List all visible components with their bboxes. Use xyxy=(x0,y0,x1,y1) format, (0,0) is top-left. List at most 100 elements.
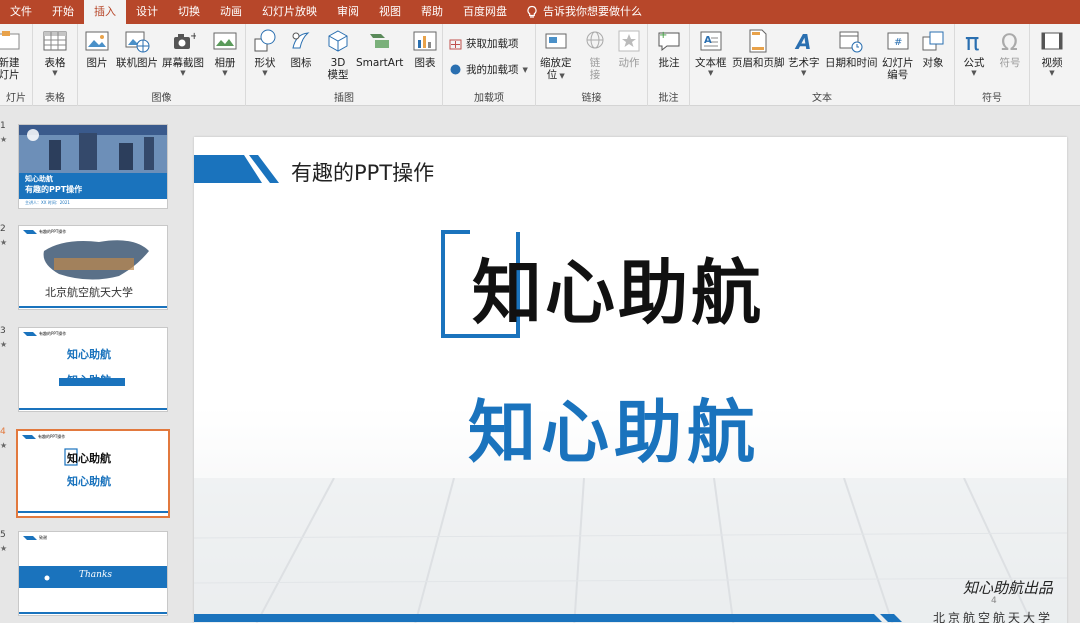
thumbnail-1-meta: 主讲人：XX 时间：2021 xyxy=(25,200,70,205)
textbox-caret-icon: ▼ xyxy=(708,69,714,77)
comment-button[interactable]: + 批注 xyxy=(656,28,682,69)
wordart-button[interactable]: A 艺术字 ▼ xyxy=(788,28,820,77)
group-addins: 获取加载项 我的加载项 ▼ 加载项 xyxy=(443,24,536,106)
shapes-caret-icon: ▼ xyxy=(262,69,268,77)
tab-insert[interactable]: 插入 xyxy=(84,0,126,24)
get-addins-button[interactable]: 获取加载项 xyxy=(449,36,519,51)
comment-icon: + xyxy=(658,30,680,52)
action-button[interactable]: 动作 xyxy=(616,28,642,69)
object-icon xyxy=(922,31,944,51)
svg-text:+: + xyxy=(659,30,667,41)
thumbnail-4-text2: 知心助航 xyxy=(67,475,111,488)
slide-thumbnail-pane[interactable]: 1 ★ 知心助航 有趣的PPT操作 主讲人：XX 时间：2021 2 ★ 有趣的… xyxy=(0,107,185,623)
cube-icon xyxy=(328,30,348,52)
equation-button[interactable]: π 公式 ▼ xyxy=(961,28,987,77)
photo-album-button[interactable]: 相册 ▼ xyxy=(212,28,238,77)
svg-text:A: A xyxy=(794,30,811,54)
my-addins-button[interactable]: 我的加载项 ▼ xyxy=(449,62,528,77)
table-button[interactable]: 表格 ▼ xyxy=(42,28,68,77)
slide-thumbnail-1[interactable]: 知心助航 有趣的PPT操作 主讲人：XX 时间：2021 xyxy=(18,124,168,209)
animation-star-icon: ★ xyxy=(0,441,8,450)
header-footer-label: 页眉和页脚 xyxy=(732,57,785,69)
thumbnail-2-text: 北京航空航天大学 xyxy=(45,286,133,299)
group-comments: + 批注 批注 xyxy=(648,24,690,106)
thumbnail-number-1: 1 xyxy=(0,121,6,131)
group-label-slides: 灯片 xyxy=(6,93,26,104)
omega-icon: Ω xyxy=(1001,31,1018,54)
chart-button[interactable]: 图表 xyxy=(412,28,438,69)
group-label-comments: 批注 xyxy=(658,93,679,104)
svg-text:+: + xyxy=(190,31,196,42)
pi-icon: π xyxy=(965,28,979,54)
photo-album-icon xyxy=(213,32,237,50)
zoom-button[interactable]: 缩放定 位 ▼ xyxy=(540,28,572,81)
slide-number-button[interactable]: # 幻灯片 编号 xyxy=(882,28,914,81)
tab-review[interactable]: 审阅 xyxy=(327,0,369,24)
svg-text:#: # xyxy=(894,37,902,48)
tab-slideshow[interactable]: 幻灯片放映 xyxy=(252,0,327,24)
tab-design[interactable]: 设计 xyxy=(126,0,168,24)
slide-thumbnail-4[interactable]: 有趣的PPT操作 知心助航 知心助航 xyxy=(16,429,170,518)
symbol-button[interactable]: Ω 符号 xyxy=(997,28,1023,69)
slide-thumbnail-3[interactable]: 有趣的PPT操作 知心助航 知心助航 xyxy=(18,327,168,412)
signature-text: 知心助航出品 xyxy=(962,579,1053,597)
photo-album-label: 相册 xyxy=(214,57,236,69)
thumbnail-number-2: 2 xyxy=(0,224,6,234)
shapes-button[interactable]: 形状 ▼ xyxy=(252,28,278,77)
ribbon: 新建 灯片 灯片 表格 ▼ 表格 图片 联机图片 + 屏幕截图 ▼ 相册 ▼ 图… xyxy=(0,24,1080,106)
date-time-button[interactable]: 日期和时间 xyxy=(825,28,878,69)
tell-me-search[interactable]: 告诉我你想要做什么 xyxy=(517,0,652,24)
heading-black-text[interactable]: 知心助航 xyxy=(472,237,764,338)
video-label: 视频 xyxy=(1041,57,1063,69)
zoom-label-2: 位 ▼ xyxy=(547,69,565,81)
link-button[interactable]: 链 接 xyxy=(582,28,608,81)
online-picture-icon xyxy=(125,31,150,53)
zoom-caret-icon: ▼ xyxy=(557,72,565,80)
slide-title[interactable]: 有趣的PPT操作 xyxy=(291,157,434,187)
online-picture-label: 联机图片 xyxy=(116,57,158,69)
tab-view[interactable]: 视图 xyxy=(369,0,411,24)
my-addins-label: 我的加载项 xyxy=(466,64,519,76)
screenshot-caret-icon: ▼ xyxy=(180,69,186,77)
smartart-icon xyxy=(369,34,389,48)
slide-page-number: 4 xyxy=(991,596,997,606)
slide-thumbnail-2[interactable]: 有趣的PPT操作 北京航空航天大学 xyxy=(18,225,168,310)
group-label-table: 表格 xyxy=(45,93,65,104)
online-picture-button[interactable]: 联机图片 xyxy=(116,28,158,69)
thumbnail-number-4: 4 xyxy=(0,427,6,437)
icons-button[interactable]: 图标 xyxy=(288,28,314,69)
group-links: 缩放定 位 ▼ 链 接 动作 链接 xyxy=(536,24,648,106)
group-label-addins: 加载项 xyxy=(474,93,504,104)
new-slide-button[interactable]: 新建 灯片 xyxy=(0,28,22,81)
tab-animations[interactable]: 动画 xyxy=(210,0,252,24)
slide-thumbnail-5[interactable]: 致谢 Thanks xyxy=(18,531,168,616)
zoom-label-1: 缩放定 xyxy=(540,57,572,69)
smartart-button[interactable]: SmartArt xyxy=(356,28,403,69)
slide-canvas[interactable]: 有趣的PPT操作 知心助航 知心助航 知心助航出品 4 北京航空航天大学 xyxy=(194,137,1067,623)
tab-help[interactable]: 帮助 xyxy=(411,0,453,24)
screenshot-icon: + xyxy=(174,31,196,49)
screenshot-button[interactable]: + 屏幕截图 ▼ xyxy=(162,28,204,77)
table-icon xyxy=(43,31,67,51)
equation-caret-icon: ▼ xyxy=(971,69,977,77)
picture-label: 图片 xyxy=(86,57,108,69)
3d-models-button[interactable]: 3D 模型 xyxy=(325,28,351,81)
object-button[interactable]: 对象 xyxy=(920,28,946,69)
animation-star-icon: ★ xyxy=(0,238,8,247)
heading-blue-text[interactable]: 知心助航 xyxy=(468,377,760,476)
wordart-label: 艺术字 xyxy=(788,57,820,69)
tab-file[interactable]: 文件 xyxy=(0,0,42,24)
wordart-caret-icon: ▼ xyxy=(801,69,807,77)
video-button[interactable]: 视频 ▼ xyxy=(1039,28,1065,77)
smartart-label: SmartArt xyxy=(356,57,404,69)
textbox-button[interactable]: A 文本框 ▼ xyxy=(695,28,727,77)
thumbnail-2-header: 有趣的PPT操作 xyxy=(39,229,67,234)
new-slide-label-2: 灯片 xyxy=(0,69,20,81)
tab-baidu-netdisk[interactable]: 百度网盘 xyxy=(453,0,517,24)
tab-transitions[interactable]: 切换 xyxy=(168,0,210,24)
tab-home[interactable]: 开始 xyxy=(42,0,84,24)
picture-button[interactable]: 图片 xyxy=(84,28,110,69)
header-footer-button[interactable]: 页眉和页脚 xyxy=(732,28,785,69)
thumbnail-3-text2: 知心助航 xyxy=(67,374,111,387)
thumbnail-4-header: 有趣的PPT操作 xyxy=(38,434,66,439)
